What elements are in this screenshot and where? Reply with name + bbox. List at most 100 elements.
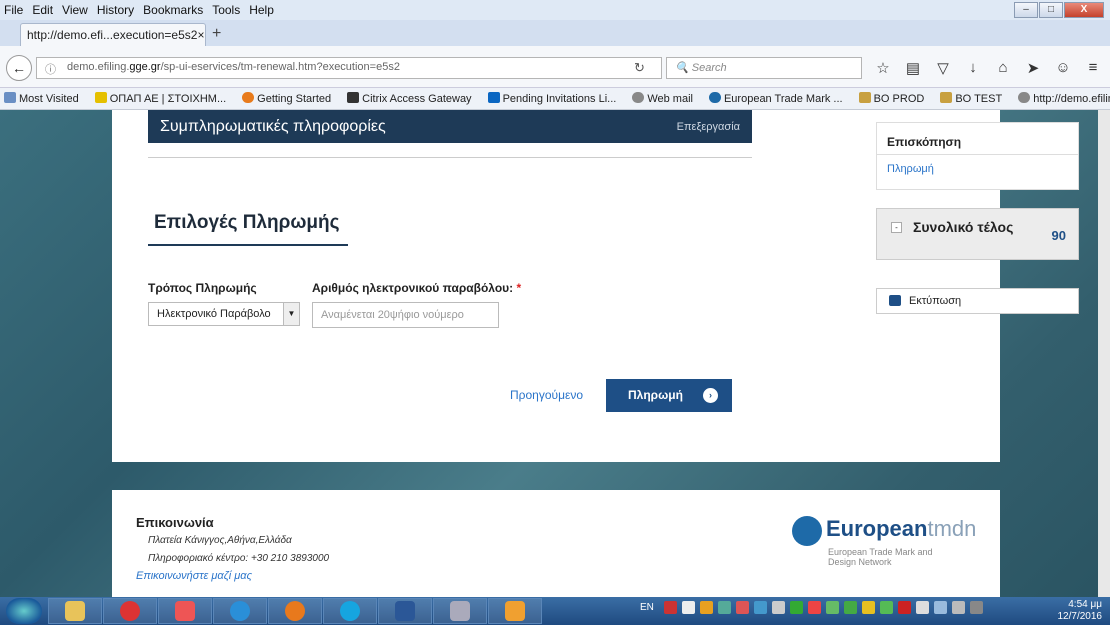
bookmark-label: Pending Invitations Li...: [502, 93, 617, 105]
page-scrollbar[interactable]: [1098, 110, 1110, 597]
bookmarks-toolbar: Most Visited ΟΠΑΠ ΑΕ | ΣΤΟΙΧΗΜ... Gettin…: [0, 88, 1110, 110]
tray-icon[interactable]: [879, 601, 893, 614]
chrome-icon: [120, 601, 140, 621]
bookmark-item[interactable]: BO PROD: [858, 92, 933, 105]
bookmark-label: Getting Started: [257, 93, 332, 105]
hamburger-menu-icon[interactable]: ≡: [1078, 59, 1108, 77]
menu-tools[interactable]: Tools: [212, 3, 240, 17]
taskbar-word[interactable]: [378, 598, 432, 624]
browser-tab[interactable]: http://demo.efi...execution=e5s2 ×: [20, 23, 206, 46]
payment-method-select[interactable]: Ηλεκτρονικό Παράβολο ▼: [148, 302, 300, 326]
tray-icon[interactable]: [735, 601, 749, 614]
tab-title: http://demo.efi...execution=e5s2: [27, 28, 198, 42]
menu-view[interactable]: View: [62, 3, 88, 17]
taskbar-ie[interactable]: [213, 598, 267, 624]
url-domain: gge.gr: [129, 61, 161, 73]
total-fee-value: 90: [1051, 228, 1066, 243]
collapse-icon[interactable]: -: [891, 222, 902, 233]
tray-icon[interactable]: [663, 601, 677, 614]
reload-icon[interactable]: ↻: [634, 60, 645, 76]
bookmark-item[interactable]: Most Visited: [4, 92, 87, 105]
fee-number-input[interactable]: Αναμένεται 20ψήφιο νούμερο: [312, 302, 499, 328]
search-input[interactable]: 🔍 Search: [666, 57, 862, 79]
download-icon[interactable]: ↓: [958, 59, 988, 77]
taskbar-explorer[interactable]: [48, 598, 102, 624]
tray-icon[interactable]: [699, 601, 713, 614]
volume-icon[interactable]: [951, 601, 965, 614]
bookmark-item[interactable]: Web mail: [632, 92, 701, 105]
tray-icon[interactable]: [843, 601, 857, 614]
payment-heading: Επιλογές Πληρωμής: [148, 212, 348, 246]
payment-method-value: Ηλεκτρονικό Παράβολο: [157, 308, 271, 320]
tray-icon[interactable]: [825, 601, 839, 614]
menu-bookmarks[interactable]: Bookmarks: [143, 3, 203, 17]
tray-icon[interactable]: [717, 601, 731, 614]
home-icon[interactable]: ⌂: [988, 59, 1018, 77]
url-prefix: demo.efiling.: [67, 61, 130, 73]
bookmark-label: http://demo.efiling.gg...: [1033, 93, 1110, 105]
close-window-button[interactable]: X: [1064, 2, 1104, 18]
tab-close-icon[interactable]: ×: [197, 28, 204, 42]
bookmark-item[interactable]: ΟΠΑΠ ΑΕ | ΣΤΟΙΧΗΜ...: [94, 92, 234, 105]
back-button[interactable]: ←: [6, 55, 32, 81]
menu-history[interactable]: History: [97, 3, 134, 17]
url-bar[interactable]: ⓘ demo.efiling.gge.gr/sp-ui-eservices/tm…: [36, 57, 662, 79]
network-icon[interactable]: [933, 601, 947, 614]
pay-button[interactable]: Πληρωμή ›: [606, 379, 732, 412]
overview-title: Επισκόπηση: [877, 123, 1078, 155]
menu-help[interactable]: Help: [249, 3, 274, 17]
clock-date: 12/7/2016: [1057, 611, 1103, 622]
reading-list-icon[interactable]: ▤: [898, 59, 928, 77]
tray-icon[interactable]: [771, 601, 785, 614]
bookmark-label: European Trade Mark ...: [723, 93, 843, 105]
word-icon: [395, 601, 415, 621]
app-icon: [175, 601, 195, 621]
print-button[interactable]: Εκτύπωση: [876, 288, 1079, 314]
previous-link[interactable]: Προηγούμενο: [510, 388, 583, 402]
smiley-icon[interactable]: ☺: [1048, 59, 1078, 77]
bookmark-star-icon[interactable]: ☆: [868, 59, 898, 77]
bookmark-item[interactable]: Getting Started: [242, 92, 339, 105]
taskbar-outlook[interactable]: [488, 598, 542, 624]
taskbar-calculator[interactable]: [433, 598, 487, 624]
bookmark-item[interactable]: European Trade Mark ...: [708, 92, 851, 105]
bookmark-item[interactable]: Citrix Access Gateway: [347, 92, 479, 105]
tray-icon[interactable]: [681, 601, 695, 614]
send-icon[interactable]: ➤: [1018, 59, 1048, 77]
pocket-icon[interactable]: ▽: [928, 59, 958, 77]
payment-method-label: Τρόπος Πληρωμής: [148, 281, 257, 295]
tray-icon[interactable]: [807, 601, 821, 614]
tmdn-logo[interactable]: Europeantmdn European Trade Mark and Des…: [792, 510, 976, 570]
taskbar-app[interactable]: [158, 598, 212, 624]
clock[interactable]: 4:54 μμ 12/7/2016: [1058, 599, 1103, 623]
minimize-button[interactable]: –: [1014, 2, 1038, 18]
tray-icon[interactable]: [897, 601, 911, 614]
info-icon[interactable]: ⓘ: [45, 61, 56, 77]
menu-edit[interactable]: Edit: [32, 3, 53, 17]
fee-number-placeholder: Αναμένεται 20ψήφιο νούμερο: [321, 309, 464, 321]
print-label: Εκτύπωση: [909, 295, 962, 307]
flag-icon[interactable]: [969, 601, 983, 614]
language-indicator[interactable]: EN: [640, 602, 654, 613]
taskbar-chrome[interactable]: [103, 598, 157, 624]
tray-icon[interactable]: [861, 601, 875, 614]
bookmark-item[interactable]: Pending Invitations Li...: [487, 92, 625, 105]
taskbar-firefox[interactable]: [268, 598, 322, 624]
overview-payment-link[interactable]: Πληρωμή: [877, 155, 1078, 183]
menu-file[interactable]: File: [4, 3, 23, 17]
bookmark-item[interactable]: BO TEST: [940, 92, 1010, 105]
bookmark-item[interactable]: http://demo.efiling.gg...: [1018, 92, 1110, 105]
taskbar: EN 4:54 μμ 12/7/2016: [0, 597, 1110, 625]
taskbar-skype[interactable]: [323, 598, 377, 624]
tray-icon[interactable]: [753, 601, 767, 614]
tab-strip: http://demo.efi...execution=e5s2 × +: [0, 20, 1110, 46]
tray-icon[interactable]: [789, 601, 803, 614]
new-tab-button[interactable]: +: [212, 25, 221, 43]
start-button[interactable]: [6, 598, 42, 624]
contact-us-link[interactable]: Επικοινωνήστε μαζί μας: [136, 570, 252, 582]
tray-icon[interactable]: [915, 601, 929, 614]
maximize-button[interactable]: □: [1039, 2, 1063, 18]
edit-link[interactable]: Επεξεργασία: [677, 121, 740, 133]
chevron-down-icon[interactable]: ▼: [283, 303, 299, 325]
navigation-bar: ← ⓘ demo.efiling.gge.gr/sp-ui-eservices/…: [0, 46, 1110, 88]
